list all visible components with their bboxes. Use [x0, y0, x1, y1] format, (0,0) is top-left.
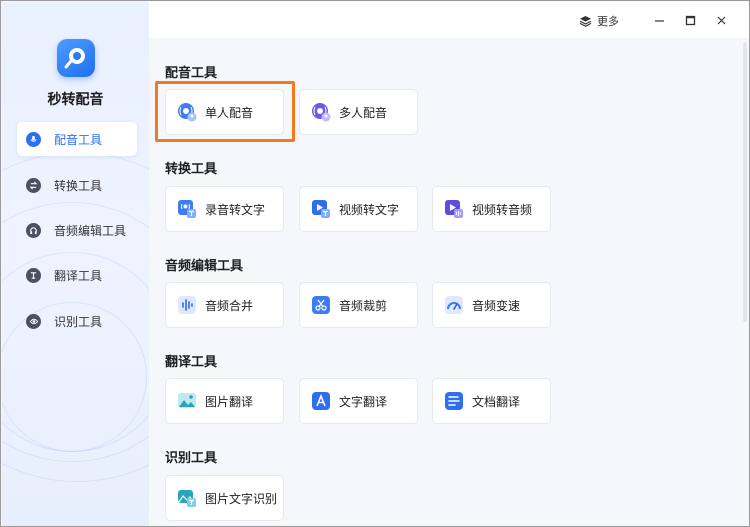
section-title-convert: 转换工具 — [165, 162, 218, 177]
maximize-icon — [685, 15, 695, 25]
card-multi-voice[interactable]: 多人配音 — [299, 89, 418, 135]
card-label: 视频转音频 — [472, 202, 533, 217]
text-translate-icon — [311, 391, 331, 411]
section-title-recognize: 识别工具 — [165, 451, 218, 466]
sidebar-item-translate-tools[interactable]: 翻译工具 — [17, 258, 137, 292]
video-to-text-icon — [311, 199, 331, 219]
sidebar-item-label: 翻译工具 — [54, 268, 103, 283]
recording-to-text-icon — [177, 199, 197, 219]
card-label: 视频转文字 — [339, 202, 400, 217]
close-icon — [717, 16, 725, 24]
title-bar: 更多 — [149, 2, 749, 38]
sidebar-item-convert-tools[interactable]: 转换工具 — [17, 168, 137, 202]
card-image-ocr[interactable]: 图片文字识别 — [165, 475, 284, 521]
minimize-icon — [654, 19, 664, 22]
card-label: 文档翻译 — [472, 394, 521, 409]
card-label: 图片文字识别 — [205, 491, 278, 506]
card-single-voice[interactable]: 单人配音 — [165, 89, 284, 135]
card-audio-merge[interactable]: 音频合并 — [165, 282, 284, 328]
section-title-dubbing: 配音工具 — [165, 66, 218, 81]
card-label: 多人配音 — [339, 105, 388, 120]
card-image-translate[interactable]: 图片翻译 — [165, 378, 284, 424]
microphone-icon — [26, 131, 41, 147]
app-name: 秒转配音 — [47, 92, 104, 108]
sidebar-item-label: 转换工具 — [54, 178, 103, 193]
main-content: 配音工具 单人配音 多人配音 转换工具 录音转文字 视频转文字 视频转音频 音频… — [149, 38, 741, 526]
card-label: 录音转文字 — [205, 202, 266, 217]
card-text-translate[interactable]: 文字翻译 — [299, 378, 418, 424]
card-audio-speed[interactable]: 音频变速 — [432, 282, 551, 328]
convert-icon — [26, 177, 41, 193]
scrollbar[interactable] — [741, 38, 749, 526]
image-translate-icon — [177, 391, 197, 411]
card-label: 单人配音 — [205, 105, 254, 120]
card-label: 图片翻译 — [205, 394, 254, 409]
audio-merge-icon — [177, 295, 197, 315]
single-voice-icon — [177, 102, 197, 122]
card-recording-to-text[interactable]: 录音转文字 — [165, 186, 284, 232]
minimize-button[interactable] — [652, 13, 666, 27]
scrollbar-thumb[interactable] — [743, 42, 747, 322]
section-title-translate: 翻译工具 — [165, 355, 218, 370]
card-label: 音频变速 — [472, 298, 521, 313]
app-window: 秒转配音 配音工具 转换工具 音频编辑工具 翻译工具 识别工具 更多 配音工具 … — [0, 0, 750, 527]
more-button[interactable]: 更多 — [579, 13, 619, 29]
sidebar-item-dubbing-tools[interactable]: 配音工具 — [17, 122, 137, 156]
card-audio-cut[interactable]: 音频裁剪 — [299, 282, 418, 328]
card-label: 音频裁剪 — [339, 298, 388, 313]
card-label: 音频合并 — [205, 298, 254, 313]
card-label: 文字翻译 — [339, 394, 388, 409]
document-translate-icon — [444, 391, 464, 411]
multi-voice-icon — [311, 102, 331, 122]
app-logo — [57, 39, 95, 77]
close-button[interactable] — [714, 13, 728, 27]
headphones-icon — [26, 222, 41, 238]
sidebar: 秒转配音 配音工具 转换工具 音频编辑工具 翻译工具 识别工具 — [2, 2, 149, 526]
audio-speed-icon — [444, 295, 464, 315]
video-to-audio-icon — [444, 199, 464, 219]
sidebar-item-audio-edit-tools[interactable]: 音频编辑工具 — [17, 213, 137, 247]
sidebar-item-label: 配音工具 — [54, 132, 103, 147]
more-label: 更多 — [597, 15, 619, 28]
card-video-to-audio[interactable]: 视频转音频 — [432, 186, 551, 232]
sidebar-item-label: 识别工具 — [54, 314, 103, 329]
image-ocr-icon — [177, 488, 197, 508]
sidebar-item-recognize-tools[interactable]: 识别工具 — [17, 304, 137, 338]
card-document-translate[interactable]: 文档翻译 — [432, 378, 551, 424]
eye-icon — [26, 313, 41, 329]
audio-cut-icon — [311, 295, 331, 315]
maximize-button[interactable] — [683, 13, 697, 27]
translate-icon — [26, 267, 41, 283]
layers-icon — [579, 16, 592, 27]
sidebar-item-label: 音频编辑工具 — [54, 223, 127, 238]
card-video-to-text[interactable]: 视频转文字 — [299, 186, 418, 232]
section-title-audio-edit: 音频编辑工具 — [165, 259, 244, 274]
